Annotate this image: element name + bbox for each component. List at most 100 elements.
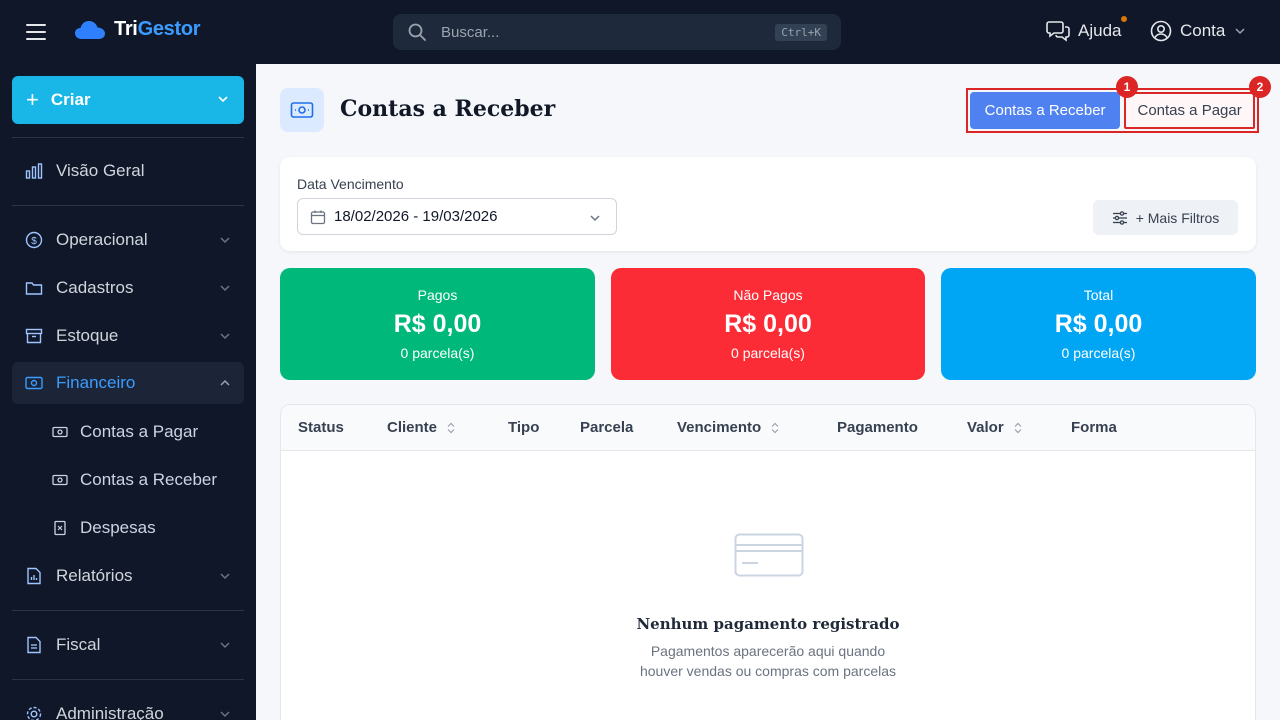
sidebar-item-estoque[interactable]: Estoque	[12, 315, 244, 357]
sidebar-subitem-contas-pagar[interactable]: Contas a Pagar	[52, 414, 198, 450]
tab-contas-pagar[interactable]: Contas a Pagar	[1124, 92, 1255, 129]
sidebar-item-label: Financeiro	[56, 373, 136, 392]
sidebar-item-label: Administração	[56, 704, 164, 720]
search-icon	[408, 23, 426, 41]
stat-card-total: Total R$ 0,00 0 parcela(s)	[941, 268, 1256, 380]
sidebar-subitem-label: Despesas	[80, 518, 156, 537]
stat-label: Não Pagos	[733, 287, 803, 303]
chevron-down-icon	[220, 573, 230, 580]
chevron-up-icon	[220, 379, 230, 386]
sidebar-item-operacional[interactable]: $ Operacional	[12, 219, 244, 261]
menu-icon[interactable]	[26, 24, 46, 40]
empty-state-title: Nenhum pagamento registrado	[636, 615, 900, 633]
column-header-tipo: Tipo	[508, 419, 540, 436]
logo-text-suffix: Gestor	[137, 18, 201, 40]
calendar-icon	[310, 209, 326, 225]
sidebar-item-label: Relatórios	[56, 566, 133, 585]
receipt-icon	[52, 520, 68, 536]
sidebar-item-label: Cadastros	[56, 278, 134, 297]
plus-icon: +	[26, 87, 39, 112]
logo-text-prefix: Tri	[114, 18, 138, 40]
stat-card-pagos: Pagos R$ 0,00 0 parcela(s)	[280, 268, 595, 380]
search-input[interactable]: Buscar... Ctrl+K	[393, 14, 841, 50]
sidebar-subitem-contas-receber[interactable]: Contas a Receber	[52, 462, 217, 498]
sidebar-item-relatorios[interactable]: Relatórios	[12, 555, 244, 597]
annotation-badge-1: 1	[1116, 76, 1138, 98]
column-header-vencimento[interactable]: Vencimento	[677, 419, 779, 436]
chevron-down-icon	[220, 285, 230, 292]
report-icon	[24, 566, 44, 586]
account-menu[interactable]: Conta	[1150, 20, 1247, 42]
divider	[12, 137, 244, 138]
sidebar-item-fiscal[interactable]: Fiscal	[12, 624, 244, 666]
user-icon	[1150, 20, 1172, 42]
sidebar-item-label: Estoque	[56, 326, 119, 345]
chevron-down-icon	[220, 237, 230, 244]
column-header-cliente[interactable]: Cliente	[387, 419, 455, 436]
chat-icon	[1046, 21, 1070, 42]
column-header-pagamento: Pagamento	[837, 419, 918, 436]
account-label: Conta	[1180, 21, 1226, 40]
more-filters-button[interactable]: + Mais Filtros	[1093, 200, 1238, 235]
svg-text:$: $	[31, 236, 37, 247]
sidebar-item-administracao[interactable]: Administração	[12, 693, 244, 720]
notification-dot	[1121, 16, 1127, 22]
sidebar-item-visao-geral[interactable]: Visão Geral	[12, 150, 244, 192]
sidebar-subitem-label: Contas a Pagar	[80, 422, 199, 441]
empty-state-line: houver vendas ou compras com parcelas	[639, 663, 897, 679]
cloud-icon	[75, 20, 105, 39]
empty-state-line: Pagamentos aparecerão aqui quando	[650, 643, 886, 659]
gear-icon	[24, 704, 44, 720]
help-button[interactable]: Ajuda	[1046, 16, 1127, 42]
stat-label: Pagos	[417, 287, 458, 303]
create-button[interactable]: + Criar	[12, 76, 244, 124]
sort-icon[interactable]	[1014, 422, 1022, 434]
chevron-down-icon	[218, 96, 228, 103]
logo[interactable]: TriGestor	[74, 18, 201, 41]
stat-value: R$ 0,00	[724, 310, 812, 338]
sidebar-item-label: Visão Geral	[56, 161, 145, 180]
sidebar-item-financeiro[interactable]: Financeiro	[12, 362, 244, 404]
divider	[12, 679, 244, 680]
column-header-parcela: Parcela	[580, 419, 634, 436]
bar-chart-icon	[24, 161, 44, 181]
help-label: Ajuda	[1078, 21, 1122, 40]
divider	[12, 205, 244, 206]
payments-table: Status Cliente Tipo Parcela Vencimento P…	[280, 404, 1256, 720]
date-range-picker[interactable]: 18/02/2026 - 19/03/2026	[297, 198, 617, 235]
date-filter-label: Data Vencimento	[297, 176, 404, 192]
dollar-icon: $	[24, 230, 44, 250]
sort-icon[interactable]	[771, 422, 779, 434]
chevron-down-icon	[1235, 28, 1245, 35]
search-shortcut: Ctrl+K	[775, 23, 827, 41]
empty-state-description: Pagamentos aparecerão aqui quando houver…	[281, 641, 1255, 681]
tab-contas-receber[interactable]: Contas a Receber	[970, 92, 1121, 129]
stat-card-nao-pagos: Não Pagos R$ 0,00 0 parcela(s)	[611, 268, 925, 380]
chevron-down-icon	[220, 642, 230, 649]
search-placeholder: Buscar...	[441, 23, 500, 41]
stat-count: 0 parcela(s)	[731, 345, 805, 361]
sidebar-subitem-despesas[interactable]: Despesas	[52, 510, 156, 546]
chevron-down-icon	[220, 711, 230, 718]
sidebar-item-label: Operacional	[56, 230, 148, 249]
column-header-status: Status	[298, 419, 344, 436]
chevron-down-icon	[590, 215, 600, 222]
credit-card-icon	[734, 533, 804, 577]
date-range-value: 18/02/2026 - 19/03/2026	[334, 208, 498, 225]
chevron-down-icon	[220, 333, 230, 340]
document-icon	[24, 635, 44, 655]
money-icon	[52, 472, 68, 488]
folder-icon	[24, 278, 44, 298]
money-icon	[24, 373, 44, 393]
sidebar-item-cadastros[interactable]: Cadastros	[12, 267, 244, 309]
money-icon	[52, 424, 68, 440]
stat-label: Total	[1083, 287, 1114, 303]
sliders-icon	[1112, 210, 1127, 225]
column-header-valor[interactable]: Valor	[967, 419, 1022, 436]
sidebar-subitem-label: Contas a Receber	[80, 470, 218, 489]
page-money-icon	[280, 88, 324, 132]
divider	[12, 610, 244, 611]
filter-card: Data Vencimento 18/02/2026 - 19/03/2026 …	[280, 157, 1256, 251]
create-label: Criar	[50, 90, 91, 109]
sort-icon[interactable]	[447, 422, 455, 434]
